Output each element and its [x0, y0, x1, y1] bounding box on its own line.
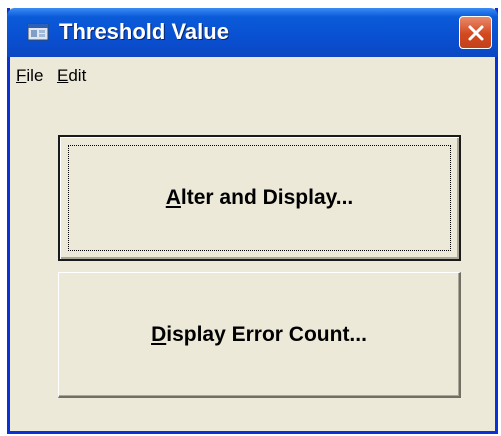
close-button[interactable]: [459, 16, 492, 49]
menu-file-accel: F: [16, 66, 27, 85]
display-error-count-button[interactable]: Display Error Count...: [58, 272, 461, 398]
close-icon: [468, 25, 483, 40]
menu-bar: File Edit: [10, 57, 495, 95]
menu-file-label: ile: [26, 66, 44, 85]
window-title: Threshold Value: [59, 19, 229, 44]
focus-rectangle: [68, 145, 451, 251]
title-bar[interactable]: Threshold Value: [7, 8, 498, 57]
menu-edit[interactable]: Edit: [57, 66, 86, 86]
menu-edit-label: dit: [68, 66, 87, 85]
menu-file[interactable]: File: [16, 66, 43, 86]
display-rest: isplay Error Count...: [166, 322, 367, 346]
display-error-count-label: Display Error Count...: [151, 323, 367, 347]
app-window-icon: [27, 23, 49, 41]
threshold-window: Threshold Value File Edit Alter and Disp…: [7, 8, 498, 434]
alter-and-display-button[interactable]: Alter and Display...: [58, 135, 461, 261]
menu-edit-accel: E: [57, 66, 69, 85]
display-accel: D: [151, 322, 167, 346]
